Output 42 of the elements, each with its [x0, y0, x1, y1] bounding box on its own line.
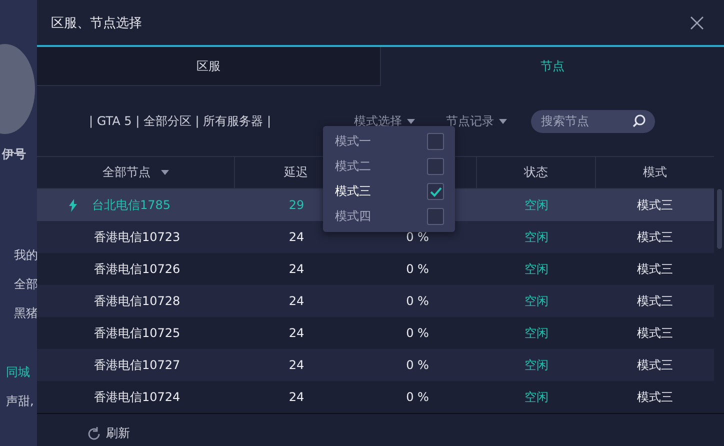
- post-snippet: 声甜,: [5, 393, 35, 410]
- status-value: 空闲: [524, 292, 548, 310]
- latency-value: 24: [288, 326, 304, 340]
- status-value: 空闲: [524, 388, 548, 406]
- mode-value: 模式三: [637, 356, 673, 374]
- node-name: 香港电信10728: [94, 292, 180, 310]
- status-value: 空闲: [524, 356, 548, 374]
- mode-value: 模式三: [637, 260, 673, 278]
- latency-value: 24: [288, 390, 304, 404]
- user-name: 伊号: [0, 146, 27, 163]
- node-name: 香港电信10724: [94, 388, 180, 406]
- mode-value: 模式三: [637, 196, 673, 214]
- node-name: 台北电信1785: [92, 196, 171, 214]
- mode-value: 模式三: [637, 324, 673, 342]
- loss-value: 0 %: [406, 230, 429, 244]
- node-name: 香港电信10723: [94, 228, 180, 246]
- status-value: 空闲: [524, 324, 548, 342]
- latency-value: 24: [288, 230, 304, 244]
- latency-value: 24: [288, 262, 304, 276]
- status-value: 空闲: [524, 260, 548, 278]
- mode-value: 模式三: [637, 388, 673, 406]
- status-value: 空闲: [524, 228, 548, 246]
- node-name: 香港电信10727: [94, 356, 180, 374]
- breadcrumb: | GTA 5 | 全部分区 | 所有服务器 |: [89, 112, 272, 130]
- loss-value: 0 %: [406, 294, 429, 308]
- loss-value: 0 %: [406, 390, 429, 404]
- column-header: 状态: [477, 157, 596, 188]
- section-title: 同城: [5, 364, 31, 381]
- column-header: 模式: [642, 164, 668, 181]
- mode-value: 模式三: [637, 292, 673, 310]
- latency-value: 24: [288, 358, 304, 372]
- mode-value: 模式三: [637, 228, 673, 246]
- loss-value: 0 %: [406, 358, 429, 372]
- loss-value: 0 %: [406, 326, 429, 340]
- column-header: 全部节点: [37, 157, 235, 188]
- node-name: 香港电信10726: [94, 260, 180, 278]
- node-name: 香港电信10725: [94, 324, 180, 342]
- latency-value: 24: [288, 294, 304, 308]
- loss-value: 0 %: [406, 262, 429, 276]
- latency-value: 29: [288, 198, 304, 212]
- dialog-title: 区服、节点选择: [51, 14, 142, 32]
- status-value: 空闲: [524, 196, 548, 214]
